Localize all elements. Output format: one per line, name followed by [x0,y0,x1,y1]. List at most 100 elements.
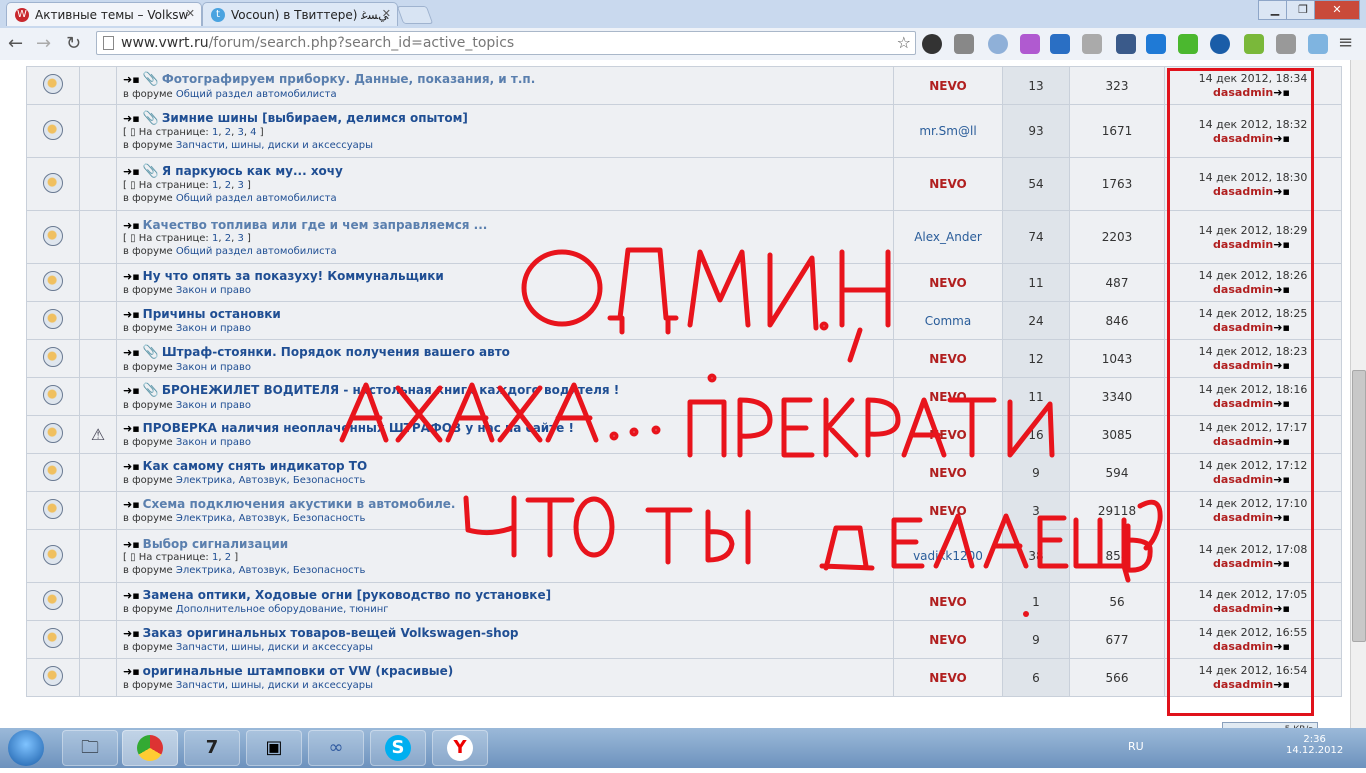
page-link[interactable]: 3 [237,233,243,244]
forum-link[interactable]: Электрика, Автозвук, Безопасность [176,513,365,524]
forum-link[interactable]: Общий раздел автомобилиста [176,246,337,257]
address-bar[interactable]: www.vwrt.ru/forum/search.php?search_id=a… [96,31,916,55]
last-post-user-link[interactable]: dasadmin [1213,435,1273,448]
chrome-taskbar-button[interactable] [122,730,178,766]
page-link[interactable]: 4 [250,127,256,138]
explorer-taskbar-button[interactable]: 🗀 [62,730,118,766]
wrench-menu-icon[interactable]: ≡ [1338,32,1358,53]
topic-title-link[interactable]: Выбор сигнализации [143,537,289,551]
soccer-ball-extension-icon[interactable] [922,34,942,54]
forward-arrow-icon[interactable]: → [36,33,51,54]
view-latest-post-icon[interactable]: ➜▪ [1273,557,1290,570]
7zip-taskbar-button[interactable]: 7 [184,730,240,766]
forum-link[interactable]: Закон и право [176,362,251,373]
forum-link[interactable]: Закон и право [176,400,251,411]
go-to-unread-icon[interactable]: ➜▪ [123,219,140,232]
last-post-user-link[interactable]: dasadmin [1213,238,1273,251]
author-link[interactable]: NEVO [929,428,967,442]
author-link[interactable]: NEVO [929,466,967,480]
triangle-extension-icon[interactable] [1020,34,1040,54]
author-link[interactable]: NEVO [929,671,967,685]
forum-link[interactable]: Запчасти, шины, диски и аксессуары [176,140,373,151]
view-latest-post-icon[interactable]: ➜▪ [1273,86,1290,99]
view-latest-post-icon[interactable]: ➜▪ [1273,473,1290,486]
go-to-unread-icon[interactable]: ➜▪ [123,627,140,640]
forum-link[interactable]: Закон и право [176,285,251,296]
go-to-unread-icon[interactable]: ➜▪ [123,460,140,473]
topic-title-link[interactable]: Причины остановки [143,307,281,321]
last-post-user-link[interactable]: dasadmin [1213,473,1273,486]
author-link[interactable]: vadikk1200 [913,549,983,563]
forum-link[interactable]: Электрика, Автозвук, Безопасность [176,565,365,576]
view-latest-post-icon[interactable]: ➜▪ [1273,678,1290,691]
new-tab-button[interactable] [396,6,434,24]
last-post-user-link[interactable]: dasadmin [1213,321,1273,334]
author-link[interactable]: NEVO [929,595,967,609]
go-to-unread-icon[interactable]: ➜▪ [123,346,140,359]
go-to-unread-icon[interactable]: ➜▪ [123,589,140,602]
last-post-user-link[interactable]: dasadmin [1213,132,1273,145]
last-post-user-link[interactable]: dasadmin [1213,359,1273,372]
go-to-unread-icon[interactable]: ➜▪ [123,498,140,511]
last-post-user-link[interactable]: dasadmin [1213,511,1273,524]
network-taskbar-button[interactable]: ∞ [308,730,364,766]
last-post-user-link[interactable]: dasadmin [1213,602,1273,615]
weather-extension-icon[interactable] [988,34,1008,54]
topic-title-link[interactable]: Замена оптики, Ходовые огни [руководство… [143,588,551,602]
page-link[interactable]: 2 [225,180,231,191]
author-link[interactable]: NEVO [929,177,967,191]
go-to-unread-icon[interactable]: ➜▪ [123,112,140,125]
topic-title-link[interactable]: Фотографируем приборку. Данные, показани… [162,72,535,86]
reload-icon[interactable]: ↻ [66,33,81,54]
at-mail-extension-icon[interactable] [1210,34,1230,54]
go-to-unread-icon[interactable]: ➜▪ [123,538,140,551]
mail-extension-icon[interactable] [954,34,974,54]
vertical-scrollbar[interactable] [1350,60,1366,728]
topic-title-link[interactable]: Зимние шины [выбираем, делимся опытом] [162,111,468,125]
topic-title-link[interactable]: ПРОВЕРКА наличия неоплаченных ШТРАФОВ у … [143,421,574,435]
go-to-unread-icon[interactable]: ➜▪ [123,308,140,321]
author-link[interactable]: NEVO [929,276,967,290]
forum-link[interactable]: Электрика, Автозвук, Безопасность [176,475,365,486]
last-post-user-link[interactable]: dasadmin [1213,640,1273,653]
go-to-unread-icon[interactable]: ➜▪ [123,270,140,283]
page-link[interactable]: 2 [225,127,231,138]
tab-twitter[interactable]: t Vocoun) в Твиттере) ﻲﺴﻏ ✕ [202,2,398,26]
forum-link[interactable]: Дополнительное оборудование, тюнинг [176,604,389,615]
view-latest-post-icon[interactable]: ➜▪ [1273,511,1290,524]
topic-title-link[interactable]: БРОНЕЖИЛЕТ ВОДИТЕЛЯ - настольная книга к… [162,383,619,397]
grid-extension-icon[interactable] [1276,34,1296,54]
yandex-taskbar-button[interactable]: Y [432,730,488,766]
go-to-unread-icon[interactable]: ➜▪ [123,422,140,435]
topic-title-link[interactable]: Я паркуюсь как му... хочу [162,164,343,178]
view-latest-post-icon[interactable]: ➜▪ [1273,359,1290,372]
forum-link[interactable]: Запчасти, шины, диски и аксессуары [176,680,373,691]
system-clock[interactable]: 2:36 14.12.2012 [1286,734,1343,756]
owl-extension-icon[interactable] [1116,34,1136,54]
last-post-user-link[interactable]: dasadmin [1213,397,1273,410]
close-icon[interactable]: ✕ [382,7,391,20]
author-link[interactable]: NEVO [929,504,967,518]
close-icon[interactable]: ✕ [186,7,195,20]
page-link[interactable]: 2 [225,233,231,244]
download-extension-icon[interactable] [1178,34,1198,54]
page-link[interactable]: 2 [225,552,231,563]
save-taskbar-button[interactable]: ▣ [246,730,302,766]
start-button[interactable] [8,730,44,766]
topic-title-link[interactable]: Схема подключения акустики в автомобиле. [143,497,456,511]
back-arrow-icon[interactable]: ← [8,33,23,54]
tab-active-topics[interactable]: W Активные темы – Volksw ✕ [6,2,202,26]
view-latest-post-icon[interactable]: ➜▪ [1273,435,1290,448]
forum-link[interactable]: Запчасти, шины, диски и аксессуары [176,642,373,653]
go-to-unread-icon[interactable]: ➜▪ [123,665,140,678]
forum-link[interactable]: Общий раздел автомобилиста [176,193,337,204]
go-to-unread-icon[interactable]: ➜▪ [123,165,140,178]
page-link[interactable]: 1 [212,552,218,563]
view-latest-post-icon[interactable]: ➜▪ [1273,640,1290,653]
author-link[interactable]: NEVO [929,390,967,404]
author-link[interactable]: Alex_Ander [914,230,982,244]
author-link[interactable]: mr.Sm@ll [919,124,976,138]
window-close-button[interactable]: ✕ [1314,0,1360,20]
star-extension-icon[interactable] [1050,34,1070,54]
forum-link[interactable]: Общий раздел автомобилиста [176,89,337,100]
